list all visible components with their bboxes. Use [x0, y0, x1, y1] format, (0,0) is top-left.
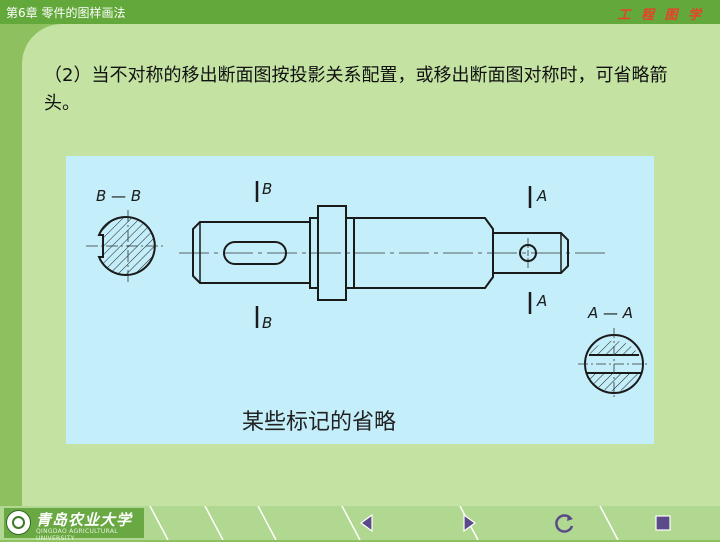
body-paragraph: （2）当不对称的移出断面图按投影关系配置，或移出断面图对称时，可省略箭头。 [44, 65, 668, 114]
cut-mark-b: B B [255, 180, 272, 332]
triangle-right-icon [463, 513, 477, 533]
section-bb: B — B [86, 187, 164, 284]
shaft-main-view [179, 205, 606, 301]
circular-arrow-icon [555, 514, 574, 533]
chapter-title: 第6章 零件的图样画法 [6, 6, 126, 20]
section-label-bb: B — B [96, 187, 141, 205]
previous-button[interactable] [352, 510, 382, 536]
figure-panel: B — B B B A A A — A 某些标记的省略 [66, 156, 654, 444]
return-button[interactable] [550, 510, 580, 536]
footer-divider [257, 506, 277, 540]
section-label-aa: A — A [587, 304, 633, 322]
cut-label-a-top: A [536, 187, 547, 205]
footer-divider [204, 506, 224, 540]
section-aa: A — A [578, 304, 650, 400]
figure-caption: 某些标记的省略 [242, 410, 396, 435]
cut-label-b-bottom: B [262, 314, 272, 332]
shaft-left-segment [192, 221, 311, 284]
stop-button[interactable] [648, 510, 678, 536]
next-button[interactable] [454, 510, 484, 536]
cut-label-b-top: B [262, 180, 272, 198]
top-bar: 第6章 零件的图样画法 工 程 图 学 [0, 0, 720, 24]
triangle-left-icon [359, 513, 373, 533]
square-stop-icon [655, 515, 671, 531]
course-title: 工 程 图 学 [617, 8, 704, 23]
left-strip [0, 24, 22, 506]
footer-divider [149, 506, 169, 540]
footer-divider [599, 506, 619, 540]
cut-label-a-bottom: A [536, 292, 547, 310]
shaft-section-drawing: B — B B B A A A — A 某些标记的省略 [86, 180, 650, 435]
cut-mark-a: A A [528, 186, 547, 314]
